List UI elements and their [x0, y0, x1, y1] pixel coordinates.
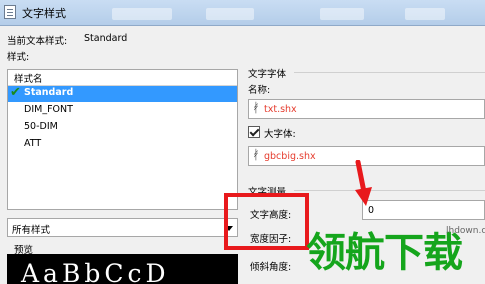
checkmark-icon: ✔ [10, 85, 21, 100]
list-item-label: Standard [24, 87, 74, 98]
list-item-label: 50-DIM [24, 121, 58, 132]
list-column-header[interactable]: 样式名 [8, 70, 237, 86]
title-bar: 文字样式 [0, 0, 485, 26]
background-tab [206, 8, 254, 20]
watermark-logo: 领航下载 [306, 230, 463, 276]
font-section-title: 文字字体 [248, 69, 287, 80]
bigfont-label: 大字体: [264, 129, 296, 140]
list-item-dim-font[interactable]: DIM_FONT [8, 103, 237, 119]
oblique-angle-label: 倾斜角度: [250, 262, 292, 273]
list-item-50-dim[interactable]: 50-DIM [8, 120, 237, 136]
list-item-att[interactable]: ATT [8, 137, 237, 153]
bigfont-checkbox[interactable] [248, 126, 260, 138]
current-style-label: 当前文本样式: [7, 36, 68, 47]
arrow-down-icon [355, 160, 372, 206]
background-tab [405, 8, 445, 20]
styles-label: 样式: [7, 52, 30, 63]
bigfont-name-value: gbcbig.shx [264, 151, 316, 162]
style-list[interactable]: 样式名 ✔ Standard DIM_FONT 50-DIM ATT [7, 69, 238, 210]
text-height-input[interactable]: 0 [362, 200, 485, 220]
watermark-url: lhdown.com [446, 226, 485, 236]
list-item-label: DIM_FONT [24, 104, 73, 115]
current-style-value: Standard [84, 33, 128, 44]
background-tab [320, 8, 364, 20]
style-filter-dropdown[interactable]: 所有样式 [7, 218, 238, 237]
highlight-box [224, 193, 309, 250]
divider [294, 190, 485, 191]
document-icon [4, 5, 16, 19]
preview-sample: AaBbCcD [21, 259, 170, 284]
window-title: 文字样式 [22, 7, 66, 20]
list-item-standard[interactable]: ✔ Standard [8, 86, 237, 102]
list-item-label: ATT [24, 138, 42, 149]
filter-value: 所有样式 [12, 225, 51, 236]
divider [294, 72, 485, 73]
font-compass-icon: ᚯ [252, 101, 260, 116]
font-name-dropdown[interactable]: ᚯ txt.shx [248, 99, 485, 119]
font-name-value: txt.shx [264, 104, 297, 115]
background-tab [112, 8, 172, 20]
list-header-label: 样式名 [14, 74, 43, 85]
font-compass-icon: ᚯ [252, 148, 260, 163]
font-name-label: 名称: [248, 85, 271, 96]
